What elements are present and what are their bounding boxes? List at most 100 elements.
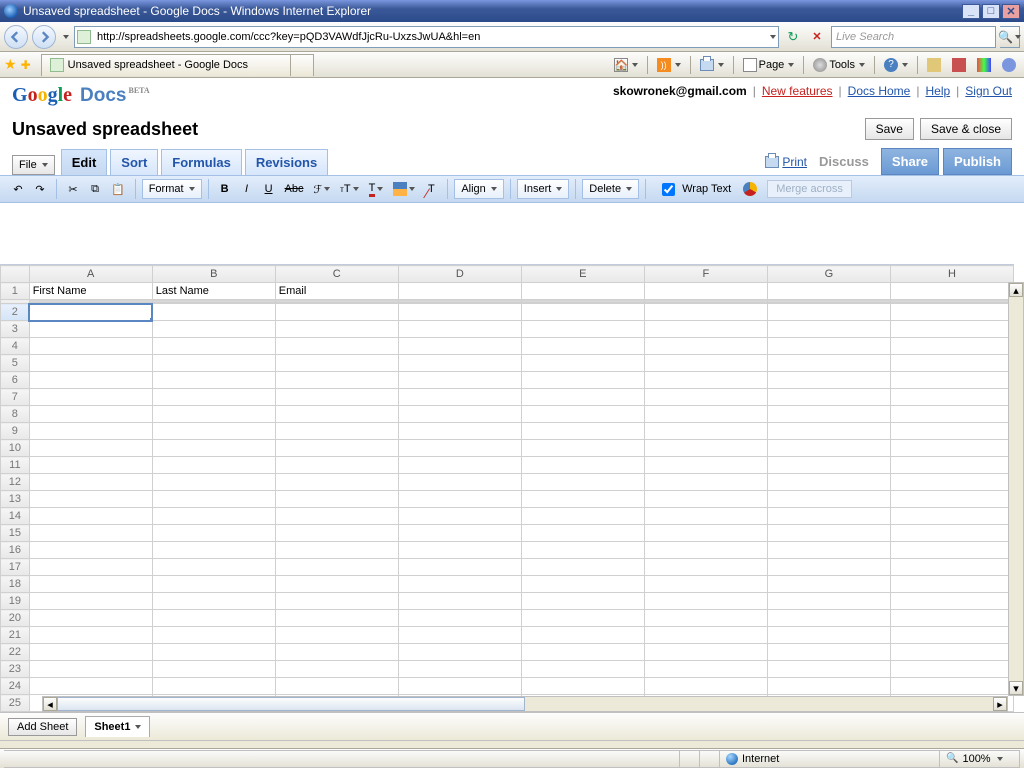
cell[interactable]	[644, 283, 767, 300]
cell[interactable]: Last Name	[152, 283, 275, 300]
cell[interactable]	[890, 304, 1013, 321]
cell[interactable]	[521, 508, 644, 525]
row-header[interactable]: 16	[1, 542, 30, 559]
fill-color-button[interactable]	[389, 179, 419, 199]
cell[interactable]	[890, 457, 1013, 474]
cell[interactable]	[644, 389, 767, 406]
ext-button-2[interactable]	[948, 55, 970, 75]
cell[interactable]	[398, 542, 521, 559]
cell[interactable]	[398, 508, 521, 525]
row-header[interactable]: 7	[1, 389, 30, 406]
cell[interactable]	[767, 457, 890, 474]
cell[interactable]	[275, 321, 398, 338]
cell[interactable]	[152, 491, 275, 508]
cut-button[interactable]: ✂	[63, 179, 83, 199]
cell[interactable]	[521, 406, 644, 423]
discuss-button[interactable]: Discuss	[811, 149, 877, 174]
wrap-checkbox[interactable]	[662, 183, 675, 196]
cell[interactable]	[275, 678, 398, 695]
cell[interactable]	[152, 474, 275, 491]
cell[interactable]	[398, 338, 521, 355]
cell[interactable]	[767, 644, 890, 661]
url-history-dropdown[interactable]	[770, 35, 776, 39]
cell[interactable]	[890, 372, 1013, 389]
cell[interactable]	[644, 542, 767, 559]
row-header[interactable]: 4	[1, 338, 30, 355]
wrap-text-toggle[interactable]: Wrap Text	[658, 180, 731, 199]
strikethrough-button[interactable]: Abc	[281, 179, 308, 199]
cell[interactable]	[521, 559, 644, 576]
cell[interactable]	[275, 627, 398, 644]
tools-menu[interactable]: Tools	[809, 55, 869, 75]
cell[interactable]	[29, 678, 152, 695]
cell[interactable]	[521, 389, 644, 406]
cell[interactable]	[890, 525, 1013, 542]
cell[interactable]	[890, 542, 1013, 559]
ext-button-4[interactable]	[998, 55, 1020, 75]
cell[interactable]	[644, 372, 767, 389]
cell[interactable]	[521, 423, 644, 440]
search-button[interactable]: 🔍	[1000, 26, 1020, 48]
scroll-left-button[interactable]: ◂	[43, 697, 57, 711]
refresh-button[interactable]: ↻	[783, 27, 803, 47]
favorites-icon[interactable]: ★	[4, 56, 17, 73]
cell[interactable]	[152, 661, 275, 678]
row-header[interactable]: 17	[1, 559, 30, 576]
print-button[interactable]	[696, 55, 728, 75]
cell[interactable]	[398, 389, 521, 406]
scroll-thumb[interactable]	[57, 697, 525, 711]
save-button[interactable]: Save	[865, 118, 914, 140]
cell[interactable]	[152, 678, 275, 695]
spreadsheet-grid[interactable]: ABCDEFGH1First NameLast NameEmail2345678…	[0, 264, 1014, 696]
cell[interactable]	[644, 423, 767, 440]
cell[interactable]	[890, 389, 1013, 406]
search-box[interactable]: Live Search	[831, 26, 996, 48]
cell[interactable]	[152, 355, 275, 372]
cell[interactable]	[275, 474, 398, 491]
row-header[interactable]: 12	[1, 474, 30, 491]
cell[interactable]	[275, 491, 398, 508]
cell[interactable]	[29, 610, 152, 627]
cell[interactable]	[767, 678, 890, 695]
feeds-button[interactable]: ))	[653, 55, 685, 75]
share-button[interactable]: Share	[881, 148, 939, 175]
cell[interactable]	[521, 457, 644, 474]
row-header[interactable]: 3	[1, 321, 30, 338]
cell[interactable]	[521, 678, 644, 695]
align-dropdown[interactable]: Align	[454, 179, 503, 199]
cell[interactable]	[152, 440, 275, 457]
row-header[interactable]: 15	[1, 525, 30, 542]
cell[interactable]	[644, 406, 767, 423]
underline-button[interactable]: U	[259, 179, 279, 199]
redo-button[interactable]: ↷	[30, 179, 50, 199]
row-header[interactable]: 6	[1, 372, 30, 389]
column-header[interactable]: E	[521, 266, 644, 283]
cell[interactable]	[521, 474, 644, 491]
cell[interactable]	[767, 372, 890, 389]
cell[interactable]	[890, 355, 1013, 372]
cell[interactable]	[644, 559, 767, 576]
cell[interactable]	[152, 406, 275, 423]
cell[interactable]	[767, 661, 890, 678]
chart-button[interactable]	[739, 179, 761, 199]
cell[interactable]	[398, 474, 521, 491]
cell[interactable]	[767, 491, 890, 508]
cell[interactable]	[29, 304, 152, 321]
ext-button-1[interactable]	[923, 55, 945, 75]
file-menu[interactable]: File	[12, 155, 55, 175]
column-header[interactable]: B	[152, 266, 275, 283]
cell[interactable]	[398, 576, 521, 593]
cell[interactable]	[521, 338, 644, 355]
cell[interactable]	[521, 525, 644, 542]
cell[interactable]	[767, 542, 890, 559]
cell[interactable]	[398, 440, 521, 457]
cell[interactable]	[275, 338, 398, 355]
cell[interactable]	[644, 593, 767, 610]
url-input[interactable]	[95, 28, 764, 46]
cell[interactable]	[29, 338, 152, 355]
cell[interactable]	[398, 283, 521, 300]
cell[interactable]	[275, 440, 398, 457]
cell[interactable]	[152, 525, 275, 542]
font-size-button[interactable]: тT	[336, 179, 362, 199]
vertical-scrollbar[interactable]: ▴ ▾	[1008, 282, 1024, 696]
